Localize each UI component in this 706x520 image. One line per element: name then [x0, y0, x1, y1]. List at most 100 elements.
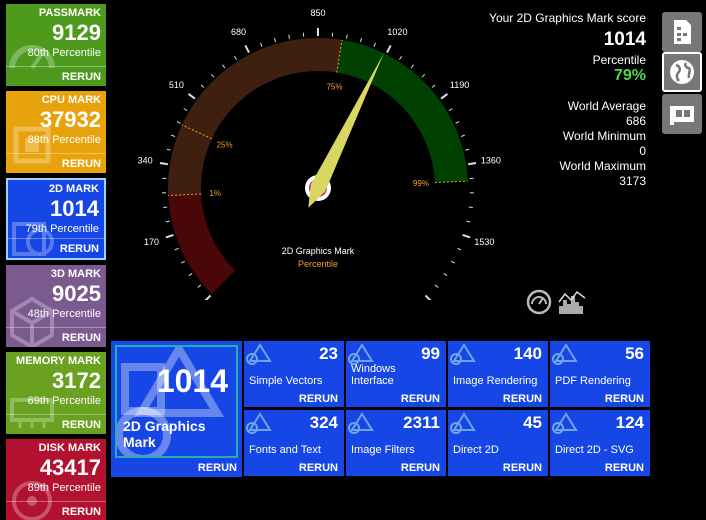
subtest-value: 45: [523, 413, 542, 432]
world-average-label: World Average: [567, 99, 646, 113]
gauge-tick: [200, 84, 205, 88]
3d-mark-tile[interactable]: 3D MARK 9025 48th Percentile RERUN: [6, 265, 106, 347]
subtest-value: 2311: [403, 413, 440, 432]
subtest-tile[interactable]: 2311 Image Filters RERUN: [346, 410, 446, 476]
memory-mark-tile[interactable]: MEMORY MARK 3172 69th Percentile RERUN: [6, 352, 106, 434]
subtest-name: Image Filters: [351, 444, 415, 456]
percentile-label: Percentile: [592, 53, 646, 67]
rerun-button[interactable]: RERUN: [62, 71, 101, 83]
subtest-value: 56: [625, 344, 644, 363]
gauge-tick: [166, 148, 171, 151]
gauge-scale-label: 1360: [481, 156, 501, 166]
subtest-name: Direct 2D - SVG: [555, 444, 634, 456]
divider: [6, 327, 106, 328]
subtest-name: Image Rendering: [453, 375, 538, 387]
gauge-tick: [165, 220, 170, 223]
rerun-button[interactable]: RERUN: [62, 419, 101, 431]
hardware-button[interactable]: [662, 94, 702, 134]
gauge-tick: [467, 161, 477, 166]
tile-percentile: 69th Percentile: [27, 395, 101, 407]
gauge-tick: [434, 284, 439, 288]
subtest-tile[interactable]: 324 Fonts and Text RERUN: [244, 410, 344, 476]
subtest-tile[interactable]: 23 Simple Vectors RERUN: [244, 341, 344, 407]
rerun-button[interactable]: RERUN: [605, 393, 644, 405]
gauge-tick: [455, 121, 460, 124]
tile-title: 3D MARK: [50, 268, 101, 280]
gauge-scale-label: 680: [231, 27, 246, 37]
gauge-tick: [260, 42, 263, 47]
gauge-tick: [359, 38, 363, 43]
gauge-tick: [460, 134, 465, 137]
tile-score: 3172: [52, 368, 101, 393]
main-tile-frame: 1014 2D Graphics Mark: [115, 345, 238, 458]
cpu-mark-tile[interactable]: CPU MARK 37932 88th Percentile RERUN: [6, 91, 106, 173]
gauge-scale-label: 340: [138, 156, 153, 166]
rerun-button[interactable]: RERUN: [62, 332, 101, 344]
histogram-chart-icon[interactable]: [557, 288, 587, 316]
percentile-value: 79%: [613, 67, 646, 84]
gauge-tick: [273, 38, 277, 43]
percentile-mark: 1%: [209, 189, 221, 198]
gauge-tick: [448, 108, 453, 112]
rerun-button[interactable]: RERUN: [503, 462, 542, 474]
gauge-tick: [450, 260, 455, 264]
rerun-button[interactable]: RERUN: [198, 462, 237, 474]
gauge-tick: [187, 93, 196, 100]
world-compare-button[interactable]: [662, 52, 702, 92]
subtest-tile[interactable]: 99 Windows Interface RERUN: [346, 341, 446, 407]
score-value: 1014: [603, 29, 646, 50]
rerun-button[interactable]: RERUN: [62, 158, 101, 170]
subtest-name: PDF Rendering: [555, 375, 631, 387]
gauge-tick: [421, 73, 426, 78]
gauge-title: 2D Graphics Mark: [282, 246, 355, 256]
divider: [6, 153, 106, 154]
shapes-icon: [450, 412, 476, 434]
gauge-tick: [244, 44, 250, 54]
subtest-tile[interactable]: 45 Direct 2D RERUN: [448, 410, 548, 476]
tile-percentile: 88th Percentile: [27, 134, 101, 146]
gauge-needle: [305, 53, 384, 208]
2d-graphics-mark-tile[interactable]: 1014 2D Graphics Mark RERUN: [111, 341, 242, 477]
subtest-tile[interactable]: 56 PDF Rendering RERUN: [550, 341, 650, 407]
subtest-name: Windows Interface: [351, 363, 396, 387]
subtest-value: 124: [615, 413, 644, 432]
subtest-tile[interactable]: 124 Direct 2D - SVG RERUN: [550, 410, 650, 476]
shapes-icon: [246, 343, 272, 365]
tile-percentile: 89th Percentile: [27, 482, 101, 494]
subtest-name: Direct 2D: [453, 444, 499, 456]
gauge-tick: [440, 93, 449, 100]
divider: [8, 238, 104, 239]
rerun-button[interactable]: RERUN: [60, 243, 99, 255]
gauge-subtitle: Percentile: [298, 259, 338, 269]
speedometer-icon[interactable]: [526, 289, 552, 315]
rerun-button[interactable]: RERUN: [299, 393, 338, 405]
shapes-icon: [450, 343, 476, 365]
world-maximum-label: World Maximum: [559, 159, 646, 173]
passmark-tile[interactable]: PASSMARK 9129 80th Percentile RERUN: [6, 4, 106, 86]
divider: [6, 414, 106, 415]
gauge-tick: [466, 220, 471, 223]
tile-score: 43417: [39, 455, 101, 480]
gauge-tick: [462, 234, 471, 239]
rerun-button[interactable]: RERUN: [299, 462, 338, 474]
tile-title: CPU MARK: [41, 94, 101, 106]
gauge-tick: [188, 273, 193, 277]
tile-score: 9025: [52, 281, 101, 306]
tile-title: DISK MARK: [38, 442, 101, 454]
rerun-button[interactable]: RERUN: [503, 393, 542, 405]
2d-mark-tile[interactable]: 2D MARK 1014 79th Percentile RERUN: [6, 178, 106, 260]
subtest-value: 23: [319, 344, 338, 363]
tile-percentile: 79th Percentile: [25, 223, 99, 235]
gauge-tick: [410, 64, 415, 69]
shapes-icon: [246, 412, 272, 434]
gauge-scale-label: 850: [310, 8, 325, 18]
tile-score: 1014: [50, 196, 99, 221]
subtest-tile[interactable]: 140 Image Rendering RERUN: [448, 341, 548, 407]
gauge-tick: [181, 260, 186, 264]
rerun-button[interactable]: RERUN: [401, 393, 440, 405]
rerun-button[interactable]: RERUN: [605, 462, 644, 474]
system-info-button[interactable]: [662, 12, 702, 52]
rerun-button[interactable]: RERUN: [62, 506, 101, 518]
rerun-button[interactable]: RERUN: [401, 462, 440, 474]
disk-mark-tile[interactable]: DISK MARK 43417 89th Percentile RERUN: [6, 439, 106, 520]
